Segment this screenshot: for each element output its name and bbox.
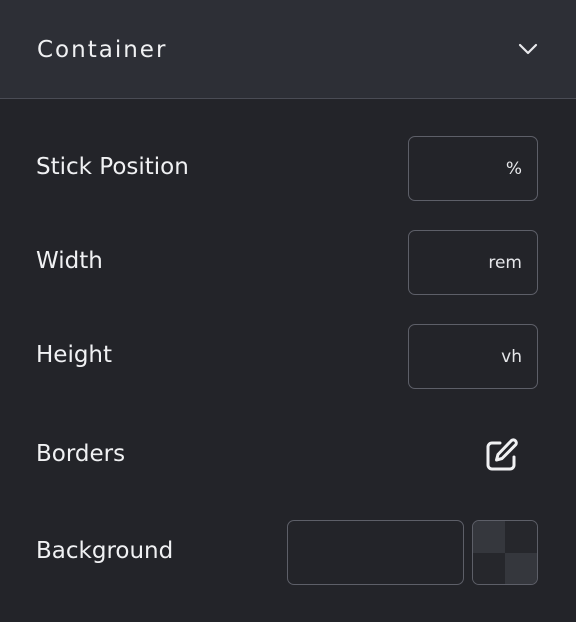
height-unit: vh <box>501 347 522 367</box>
checker-cell <box>505 521 537 553</box>
edit-icon[interactable] <box>484 437 520 473</box>
height-label: Height <box>36 342 113 368</box>
background-label: Background <box>36 538 174 564</box>
section-title: Container <box>37 37 168 63</box>
borders-label: Borders <box>36 441 126 467</box>
background-input[interactable] <box>298 521 457 586</box>
background-color-swatch[interactable] <box>472 520 538 585</box>
stick-position-input[interactable] <box>419 137 493 202</box>
width-field[interactable]: rem <box>408 230 538 296</box>
chevron-down-icon[interactable] <box>517 40 539 58</box>
container-settings-panel: Container Stick Position % Width rem Hei… <box>0 0 576 622</box>
section-header[interactable]: Container <box>0 0 576 99</box>
width-unit: rem <box>488 253 522 273</box>
checker-cell <box>473 553 505 584</box>
height-input[interactable] <box>419 325 493 390</box>
checker-cell <box>473 521 505 553</box>
width-label: Width <box>36 248 103 274</box>
checker-cell <box>505 553 537 584</box>
width-input[interactable] <box>419 231 493 296</box>
stick-position-field[interactable]: % <box>408 136 538 202</box>
background-field[interactable] <box>287 520 464 586</box>
stick-position-label: Stick Position <box>36 154 189 180</box>
stick-position-unit: % <box>505 159 522 179</box>
height-field[interactable]: vh <box>408 324 538 390</box>
